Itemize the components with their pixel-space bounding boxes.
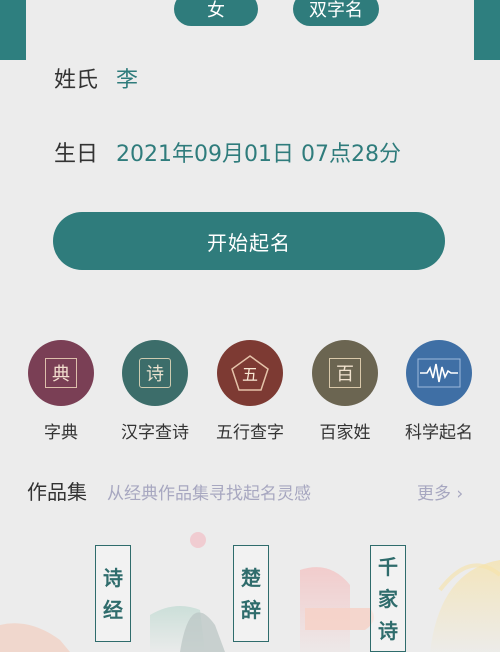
surname-row[interactable]: 姓氏 李 bbox=[54, 62, 138, 94]
tool-dictionary[interactable]: 典 字典 bbox=[16, 340, 106, 443]
svg-text:五: 五 bbox=[242, 365, 258, 384]
tool-label: 五行查字 bbox=[216, 423, 284, 443]
tool-label: 字典 bbox=[44, 423, 78, 443]
birthday-value[interactable]: 2021年09月01日 07点28分 bbox=[116, 136, 401, 168]
right-side-strip bbox=[474, 0, 500, 60]
tool-five-elements[interactable]: 五 五行查字 bbox=[205, 340, 295, 443]
surname-scroll-icon: 百 bbox=[312, 340, 378, 406]
tool-poem-search[interactable]: 诗 汉字查诗 bbox=[110, 340, 200, 443]
works-subtitle: 从经典作品集寻找起名灵感 bbox=[107, 484, 311, 504]
tool-surnames[interactable]: 百 百家姓 bbox=[300, 340, 390, 443]
gender-selector[interactable]: 女 bbox=[174, 0, 258, 26]
book-card[interactable]: 千 家 诗 bbox=[370, 545, 406, 652]
works-title: 作品集 bbox=[27, 480, 87, 504]
name-type-selector[interactable]: 双字名 bbox=[293, 0, 379, 26]
left-side-strip bbox=[0, 0, 26, 60]
tool-scientific-naming[interactable]: 科学起名 bbox=[394, 340, 484, 443]
works-more-link[interactable]: 更多 › bbox=[417, 479, 463, 504]
surname-label: 姓氏 bbox=[54, 68, 99, 93]
poem-scroll-icon: 诗 bbox=[122, 340, 188, 406]
birthday-row[interactable]: 生日 2021年09月01日 07点28分 bbox=[54, 136, 401, 168]
dictionary-icon: 典 bbox=[28, 340, 94, 406]
waveform-icon bbox=[406, 340, 472, 406]
surname-value[interactable]: 李 bbox=[116, 62, 138, 94]
tool-label: 科学起名 bbox=[405, 423, 473, 443]
book-card[interactable]: 楚 辞 bbox=[233, 545, 269, 642]
tool-label: 百家姓 bbox=[319, 423, 371, 443]
tool-label: 汉字查诗 bbox=[121, 423, 189, 443]
book-card[interactable]: 诗 经 bbox=[95, 545, 131, 642]
birthday-label: 生日 bbox=[54, 142, 99, 167]
start-naming-button[interactable]: 开始起名 bbox=[53, 212, 445, 270]
five-elements-icon: 五 bbox=[217, 340, 283, 406]
